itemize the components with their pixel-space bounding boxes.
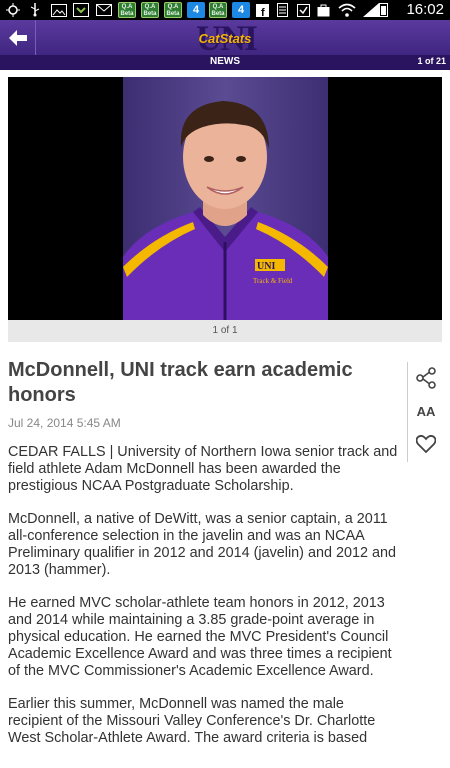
usb-icon <box>28 2 42 18</box>
battery-icon <box>379 3 388 17</box>
photo-gallery[interactable]: UNI Track & Field <box>8 77 442 320</box>
heart-icon <box>416 435 436 453</box>
gps-icon <box>5 2 21 18</box>
article-headline: McDonnell, UNI track earn academic honor… <box>8 359 353 406</box>
four-app-icon: 4 <box>187 2 205 18</box>
qa-beta-app-icon: Q.A Beta <box>141 2 159 18</box>
logo-catstats-text: CatStats <box>198 31 252 46</box>
font-size-button[interactable]: AA <box>408 398 444 426</box>
section-bar: NEWS 1 of 21 <box>0 55 450 70</box>
clock: 16:02 <box>406 1 444 18</box>
section-title: NEWS <box>210 56 240 67</box>
article-tools: AA <box>407 362 444 462</box>
favorite-button[interactable] <box>408 430 444 458</box>
qa-beta-app-icon: Q.A Beta <box>164 2 182 18</box>
download-icon <box>72 2 90 18</box>
gmail-icon <box>95 2 113 18</box>
qa-beta-app-icon: Q.A Beta <box>209 2 227 18</box>
wifi-icon <box>338 2 356 18</box>
article-pager: 1 of 21 <box>417 56 446 66</box>
article-paragraph: Earlier this summer, McDonnell was named… <box>8 696 376 746</box>
jacket-logo-text: UNI <box>257 261 275 272</box>
image-icon <box>50 2 68 18</box>
article-paragraph: CEDAR FALLS | University of Northern Iow… <box>8 444 398 494</box>
signal-icon <box>362 2 380 18</box>
article-paragraph: He earned MVC scholar-athlete team honor… <box>8 595 392 679</box>
app-logo: UNI CatStats <box>196 18 258 58</box>
article-paragraph: McDonnell, a native of DeWitt, was a sen… <box>8 511 396 578</box>
share-button[interactable] <box>408 364 444 392</box>
article-body: CEDAR FALLS | University of Northern Iow… <box>8 444 400 763</box>
four-app-icon: 4 <box>232 2 250 18</box>
task-check-icon <box>296 2 310 18</box>
share-icon <box>416 367 436 389</box>
qa-beta-app-icon: Q.A Beta <box>118 2 136 18</box>
athlete-photo: UNI Track & Field <box>123 77 328 320</box>
jacket-text: Track & Field <box>253 277 293 285</box>
app-bar: UNI CatStats <box>0 18 450 58</box>
back-button[interactable] <box>0 20 36 55</box>
bag-icon <box>316 2 330 18</box>
article-date: Jul 24, 2014 5:45 AM <box>8 416 121 430</box>
back-arrow-icon <box>8 29 27 46</box>
svg-text:f: f <box>261 7 265 17</box>
document-icon <box>275 2 289 18</box>
facebook-icon: f <box>255 2 269 18</box>
photo-counter: 1 of 1 <box>8 320 442 342</box>
font-size-icon: AA <box>416 404 436 419</box>
